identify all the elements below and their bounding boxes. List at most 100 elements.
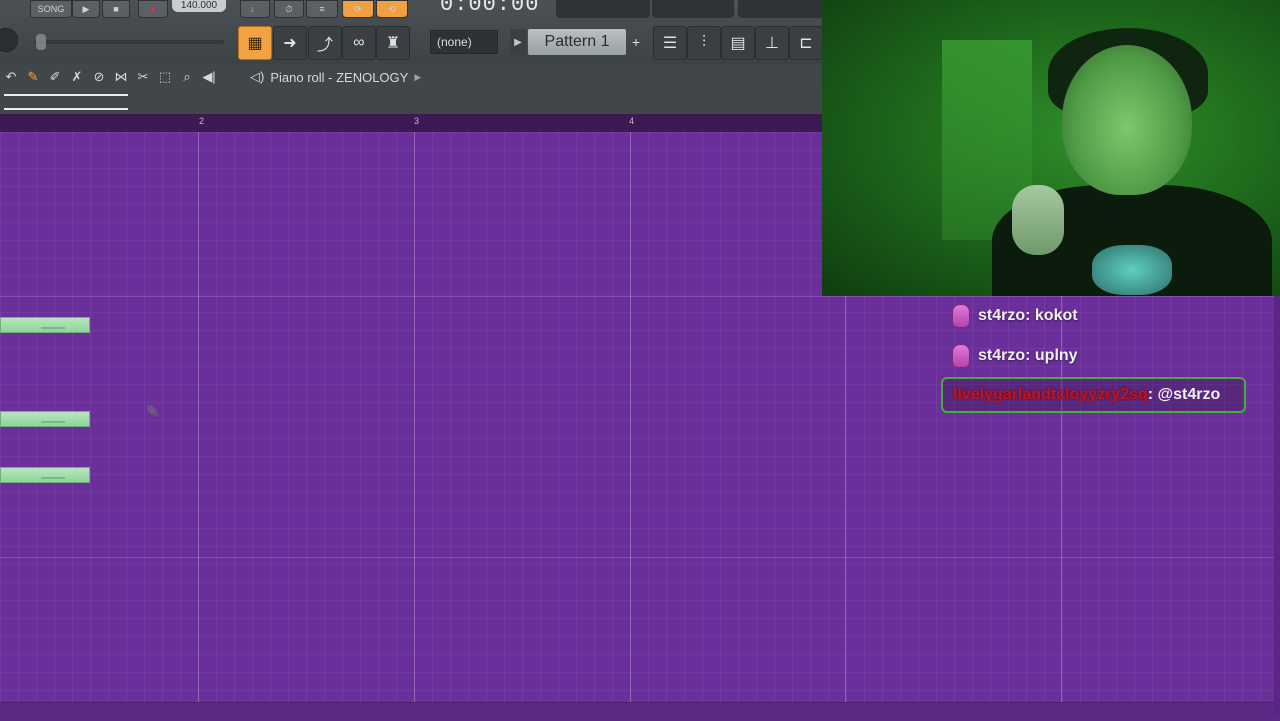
song-mode-label: SONG: [37, 4, 65, 14]
midi-note[interactable]: [0, 317, 90, 333]
select-icon: ⬚: [158, 69, 172, 84]
master-pitch-slider-handle[interactable]: [36, 34, 46, 50]
chat-badge-icon: [952, 344, 970, 368]
chat-highlighted-message: llvelygarlandtcloyyzry2sq: @st4rzo: [941, 377, 1246, 413]
webcam-shirt-print: [1092, 245, 1172, 295]
webcam-person-face: [1062, 45, 1192, 195]
bar-line: [198, 132, 199, 702]
blend-notes-button[interactable]: ⟲: [376, 0, 408, 18]
song-mode-button[interactable]: SONG: [30, 0, 72, 18]
metronome-button[interactable]: ♩: [240, 0, 270, 18]
chat-badge-icon: [952, 304, 970, 328]
webcam-overlay: [822, 0, 1280, 296]
plugin-picker-button[interactable]: ⊏: [789, 26, 823, 60]
ruler-bar-3: 3: [414, 116, 420, 126]
mute-icon: ⊘: [93, 69, 105, 84]
slice-tool-button[interactable]: ✂: [132, 66, 154, 88]
time-display: 0:00:00: [440, 0, 540, 17]
link-icon: ∞: [353, 34, 365, 51]
slip-tool-button[interactable]: ⋈: [110, 66, 132, 88]
speaker-icon: ◁): [250, 69, 265, 84]
waveform-monitor: [738, 0, 824, 18]
main-toolbar: SONG ▶ ■ ● 140.000 ♩ ⏱ ≡ ⟳ ⟲ 0:00:00 ▦ ➜…: [0, 0, 824, 65]
octave-line: [0, 557, 1280, 558]
next-button[interactable]: ➜: [273, 26, 307, 60]
bar-line: [414, 132, 415, 702]
wait-record-button[interactable]: ⏱: [274, 0, 304, 18]
playback-tool-button[interactable]: ◀|: [198, 66, 220, 88]
browser-icon: ▤: [730, 35, 746, 52]
chat-text: @st4rzo: [1157, 386, 1221, 403]
piano-roll-title[interactable]: ◁) Piano roll - ZENOLOGY ▶: [250, 68, 421, 86]
stop-button[interactable]: ■: [102, 0, 130, 18]
zoom-icon: ⌕: [183, 69, 191, 84]
eraser-icon: ✗: [71, 69, 83, 84]
hint-bar: [556, 0, 650, 18]
piano-roll-overview-scroll[interactable]: [4, 94, 128, 110]
master-volume-knob[interactable]: [0, 28, 18, 52]
paint-tool-button[interactable]: ✐: [44, 66, 66, 88]
pencil-icon: ✎: [27, 69, 39, 84]
delete-tool-button[interactable]: ✗: [66, 66, 88, 88]
webcam-microphone: [1012, 185, 1064, 255]
draw-tool-button[interactable]: ✎: [22, 66, 44, 88]
playlist-button[interactable]: ☰: [653, 26, 687, 60]
ruler-bar-2: 2: [199, 116, 205, 126]
stamp-button[interactable]: ♜: [376, 26, 410, 60]
mixer-icon: ⊥: [765, 35, 779, 52]
pattern-prev-button[interactable]: ▶: [510, 29, 526, 55]
piano-roll-title-text: Piano roll - ZENOLOGY: [270, 69, 409, 85]
pencil-cursor-icon: ✎: [146, 404, 160, 421]
midi-note[interactable]: [0, 411, 90, 427]
play-button[interactable]: ▶: [72, 0, 100, 18]
add-pattern-button[interactable]: +: [628, 29, 644, 55]
tempo-display[interactable]: 140.000: [172, 0, 226, 12]
piano-roll-button[interactable]: ▦: [238, 26, 272, 60]
undo-button[interactable]: ↶: [0, 66, 22, 88]
step-edit-button[interactable]: ≡: [306, 0, 338, 18]
loop-record-button[interactable]: ⟳: [342, 0, 374, 18]
vertical-scrollbar[interactable]: [1274, 296, 1280, 716]
channel-rack-button[interactable]: ⫶: [687, 26, 721, 60]
master-pitch-slider[interactable]: [34, 40, 224, 44]
slip-icon: ⋈: [114, 69, 128, 84]
ruler-bar-4: 4: [629, 116, 635, 126]
knife-icon: ✂: [137, 69, 149, 84]
undo-icon: ↶: [5, 69, 17, 84]
chat-username: st4rzo: [978, 307, 1026, 324]
stamp-icon: ♜: [385, 35, 401, 52]
pen-tool-button[interactable]: ⤴: [308, 26, 342, 60]
chat-username: st4rzo: [978, 347, 1026, 364]
piano-roll-tools: ↶ ✎ ✐ ✗ ⊘ ⋈ ✂ ⬚ ⌕ ◀|: [0, 66, 220, 88]
midi-note[interactable]: [0, 467, 90, 483]
chat-username: llvelygarlandtcloyyzry2sq: [953, 386, 1148, 403]
link-button[interactable]: ∞: [342, 26, 376, 60]
browser-button[interactable]: ▤: [721, 26, 755, 60]
select-tool-button[interactable]: ⬚: [154, 66, 176, 88]
chat-message: st4rzo: kokot: [952, 302, 1078, 330]
pattern-select[interactable]: Pattern 1: [528, 29, 626, 55]
arrow-right-icon: ➜: [283, 35, 297, 52]
channel-rack-icon: ⫶: [701, 34, 706, 51]
piano-icon: ▦: [247, 35, 263, 52]
playlist-icon: ☰: [662, 35, 678, 52]
brush-icon: ⤴: [316, 37, 333, 54]
chevron-right-icon: ▶: [514, 36, 522, 48]
chat-text: kokot: [1034, 307, 1078, 324]
pattern-filter-select[interactable]: (none): [430, 30, 498, 54]
cpu-meter: [652, 0, 734, 18]
brush-icon: ✐: [49, 69, 61, 84]
chat-separator: :: [1147, 386, 1158, 403]
octave-line: [0, 296, 1280, 297]
mixer-button[interactable]: ⊥: [755, 26, 789, 60]
speaker-icon: ◀|: [202, 69, 216, 84]
timeline-ruler[interactable]: [0, 114, 822, 132]
chevron-right-icon: ▶: [414, 71, 422, 82]
chat-message: st4rzo: uplny: [952, 342, 1078, 370]
chat-text: uplny: [1034, 347, 1078, 364]
record-button[interactable]: ●: [138, 0, 168, 18]
horizontal-scrollbar[interactable]: [0, 702, 1280, 721]
zoom-tool-button[interactable]: ⌕: [176, 66, 198, 88]
plugin-icon: ⊏: [799, 35, 813, 52]
mute-tool-button[interactable]: ⊘: [88, 66, 110, 88]
